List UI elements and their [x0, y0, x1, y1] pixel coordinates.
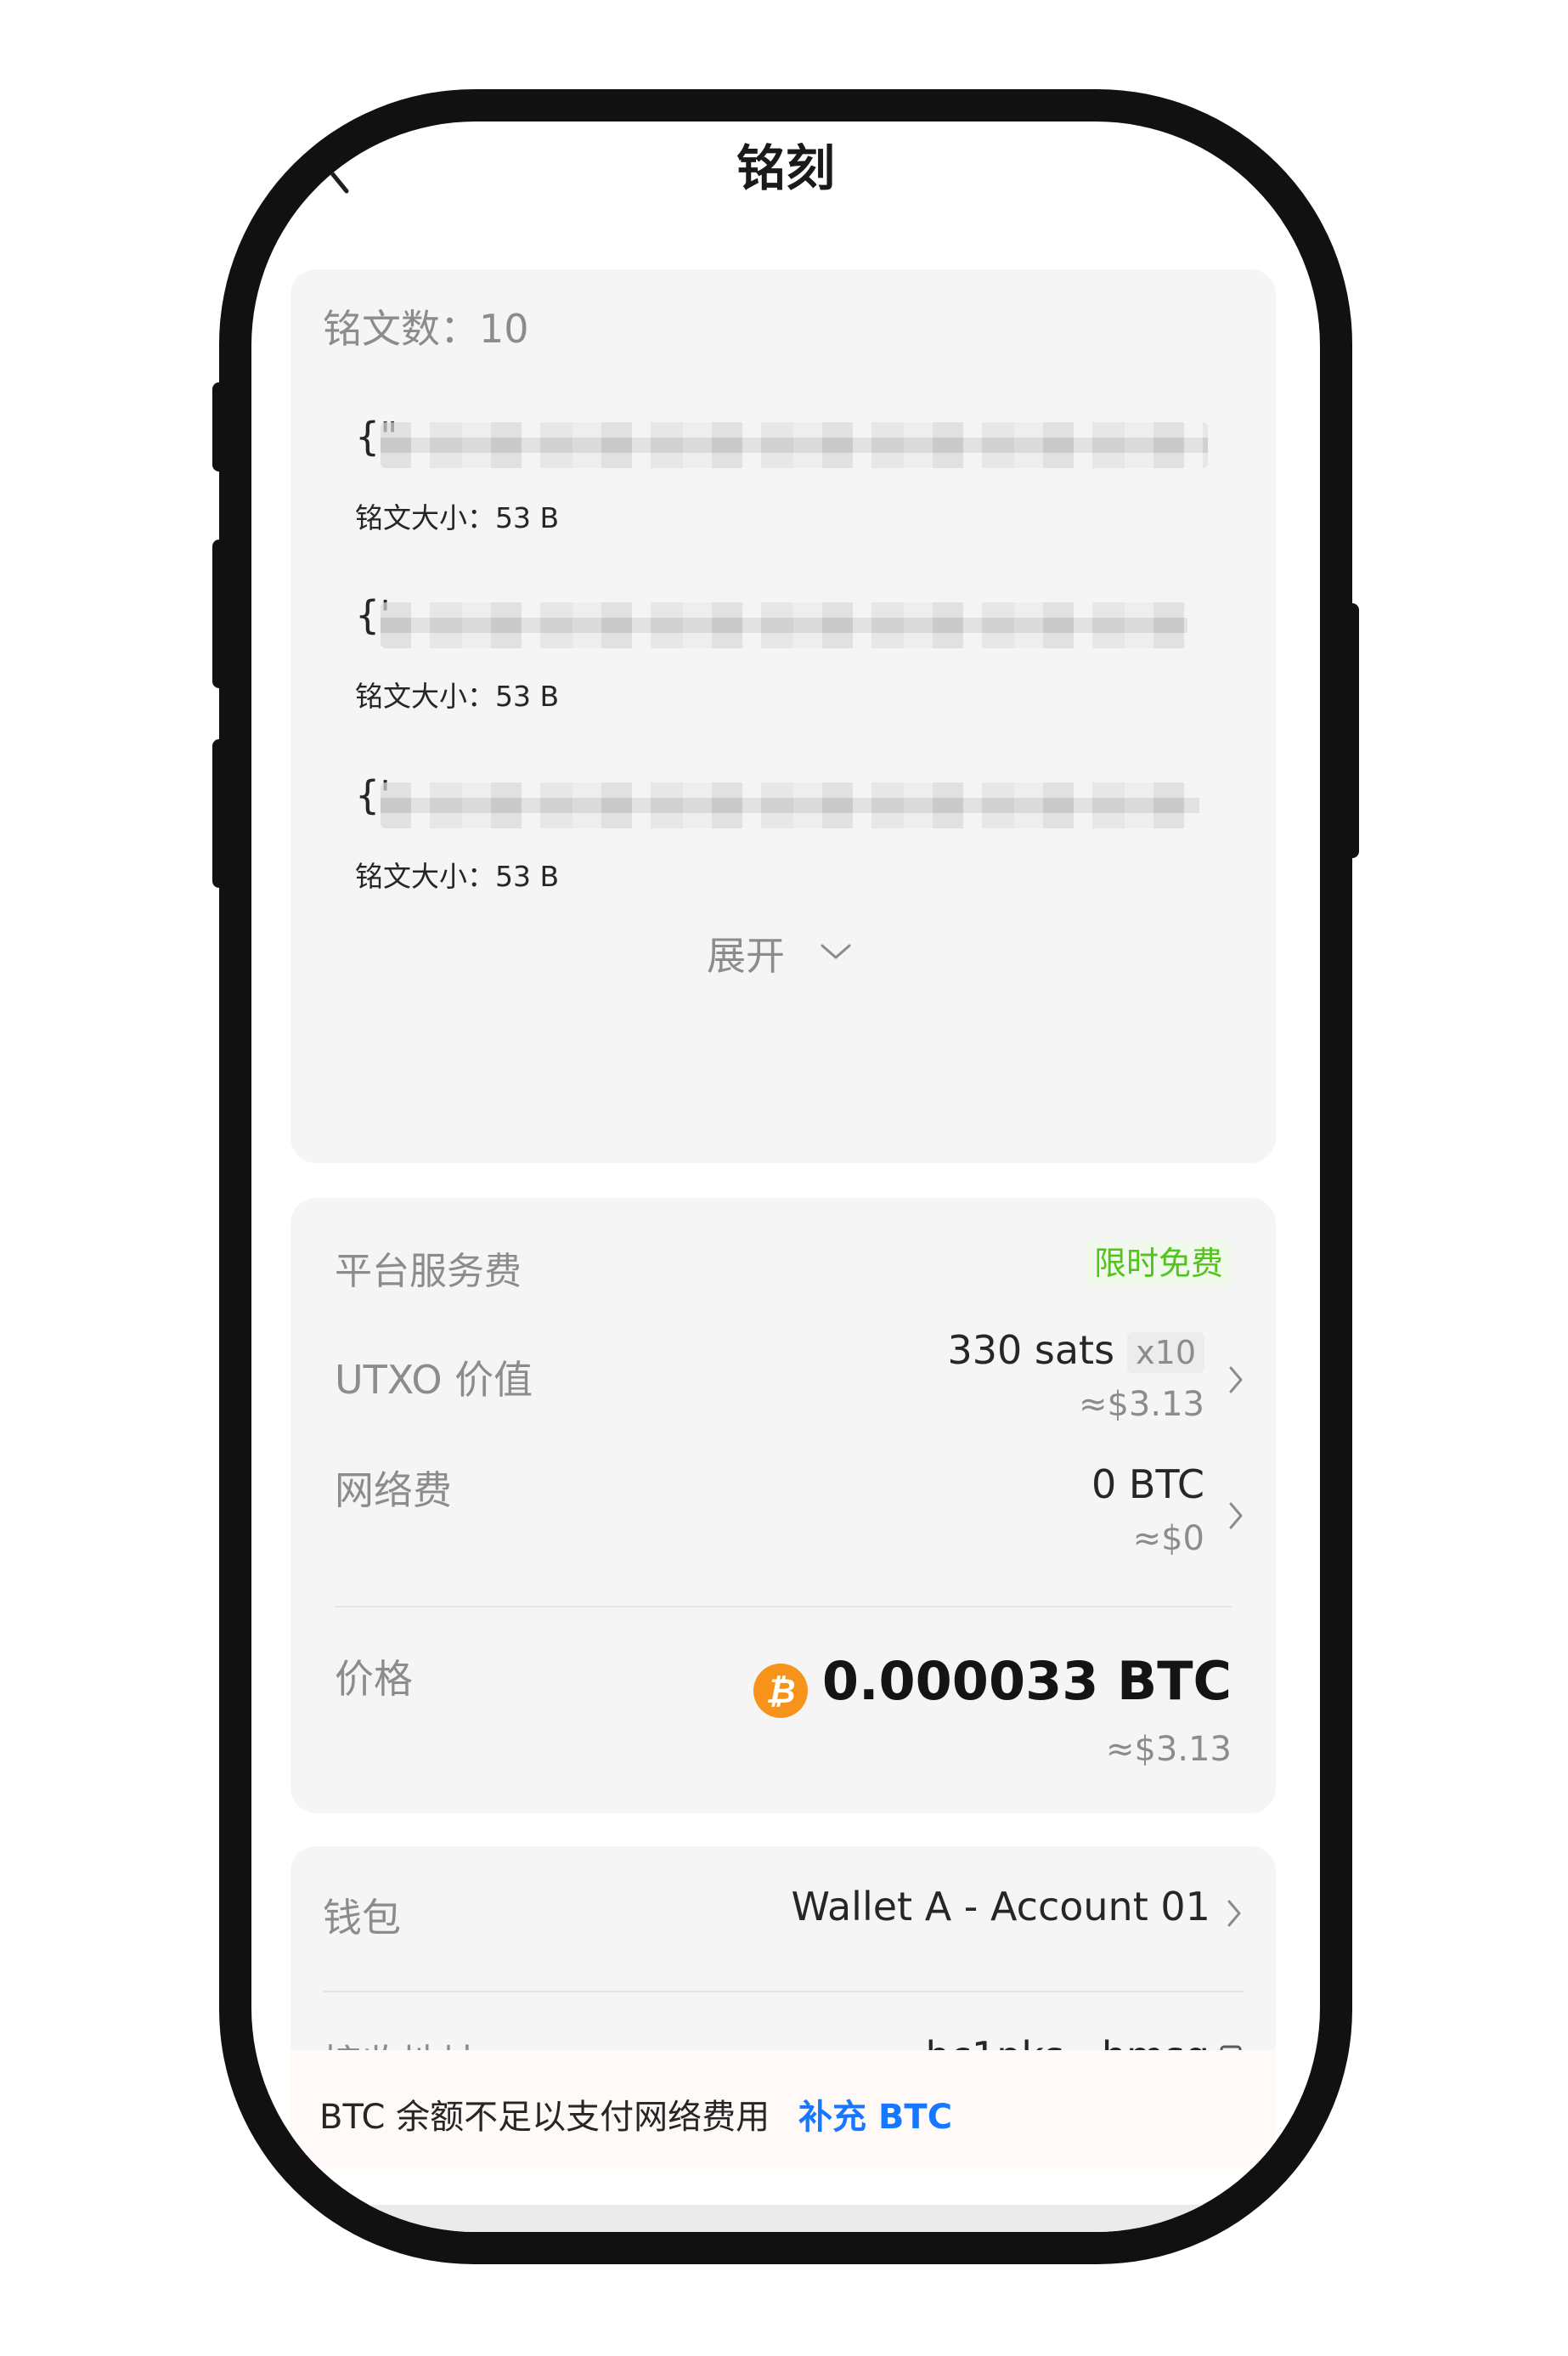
- utxo-fiat: ≈$3.13: [1078, 1385, 1204, 1424]
- chevron-right-icon: [1227, 1900, 1241, 1926]
- top-up-btc-link[interactable]: 补充 BTC: [798, 2089, 952, 2138]
- expand-label: 展开: [707, 933, 785, 979]
- utxo-value-row[interactable]: 330 sats x10 ≈$3.13: [826, 1325, 1250, 1436]
- platform-fee-label: 平台服务费: [335, 1250, 522, 1293]
- price-amount-group: ₿ 0.000033 BTC: [753, 1650, 1232, 1723]
- divider: [323, 1991, 1244, 1992]
- inscription-count: 铭文数：10: [323, 306, 529, 352]
- wallet-value: Wallet A - Account 01: [791, 1884, 1210, 1929]
- wallet-label: 钱包: [323, 1895, 401, 1941]
- chevron-right-icon: [1229, 1502, 1243, 1529]
- volume-button: [212, 739, 226, 888]
- expand-button[interactable]: 展开: [707, 922, 868, 981]
- confirm-button[interactable]: 确认: [290, 2205, 1276, 2232]
- network-fee-row[interactable]: 0 BTC ≈$0: [911, 1461, 1250, 1572]
- utxo-multiplier: x10: [1127, 1332, 1204, 1373]
- page-title: 铭刻: [736, 139, 835, 197]
- divider: [335, 1606, 1232, 1607]
- power-button: [1345, 603, 1359, 858]
- utxo-amount-group: 330 sats x10: [947, 1327, 1204, 1373]
- insufficient-balance-warning: BTC 余额不足以支付网络费用 补充 BTC: [290, 2050, 1276, 2169]
- volume-button: [212, 382, 226, 472]
- svg-text:₿: ₿: [765, 1672, 795, 1711]
- phone-screen: 铭刻 铭文数：10 {" 铭文大小：53 B {' 铭文大小：53 B {' 铭…: [251, 121, 1320, 2232]
- fees-card: 平台服务费 限时免费 UTXO 价值 330 sats x10 ≈$3.13 网…: [290, 1198, 1276, 1813]
- network-fee-label: 网络费: [335, 1467, 452, 1513]
- inscription-size: 铭文大小：53 B: [355, 680, 560, 713]
- price-amount: 0.000033 BTC: [821, 1650, 1232, 1712]
- free-badge: 限时免费: [1085, 1240, 1232, 1286]
- utxo-label: UTXO 价值: [335, 1357, 533, 1403]
- free-badge-label: 限时免费: [1093, 1245, 1223, 1282]
- inscription-content-blurred: [381, 783, 1199, 828]
- volume-button: [212, 540, 226, 688]
- bitcoin-icon: ₿: [753, 1663, 808, 1718]
- price-fiat: ≈$3.13: [1105, 1730, 1232, 1769]
- wallet-selector[interactable]: Wallet A - Account 01: [791, 1884, 1244, 1934]
- inscription-size: 铭文大小：53 B: [355, 501, 560, 534]
- network-fee-amount: 0 BTC: [1091, 1461, 1204, 1507]
- warning-text: BTC 余额不足以支付网络费用: [319, 2098, 770, 2137]
- inscriptions-card: 铭文数：10 {" 铭文大小：53 B {' 铭文大小：53 B {' 铭文大小…: [290, 269, 1276, 1163]
- chevron-down-icon: [821, 944, 851, 959]
- chevron-right-icon: [1229, 1366, 1243, 1393]
- inscription-content-blurred: [381, 602, 1187, 648]
- inscription-content-blurred: [381, 422, 1208, 468]
- inscription-size: 铭文大小：53 B: [355, 860, 560, 893]
- price-label: 价格: [335, 1656, 413, 1702]
- network-fee-fiat: ≈$0: [1132, 1519, 1204, 1558]
- utxo-amount: 330 sats: [947, 1327, 1115, 1373]
